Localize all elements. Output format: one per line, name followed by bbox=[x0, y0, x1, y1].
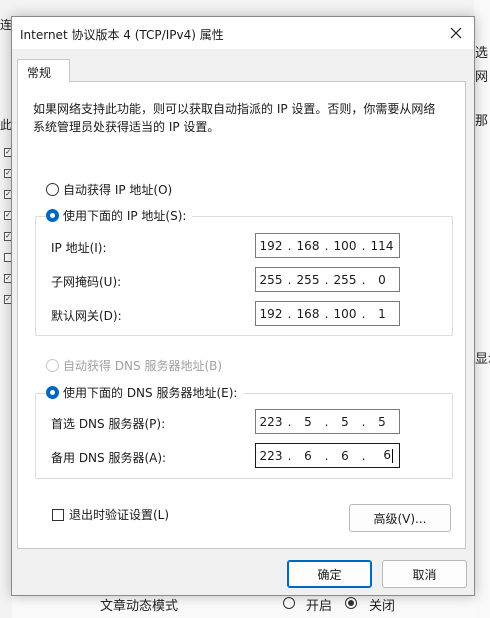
ip-auto-option[interactable]: 自动获得 IP 地址(O) bbox=[46, 181, 172, 198]
dns-octet[interactable]: 5 bbox=[293, 415, 323, 429]
ipv4-properties-dialog: Internet 协议版本 4 (TCP/IPv4) 属性 常规 如果网络支持此… bbox=[11, 16, 475, 596]
dns-manual-option[interactable]: 使用下面的 DNS 服务器地址(E): bbox=[46, 384, 244, 401]
ip-address-label: IP 地址(I): bbox=[51, 241, 107, 255]
ip-octet[interactable]: 100 bbox=[330, 239, 360, 253]
gateway-octet[interactable]: 168 bbox=[293, 307, 323, 321]
background-radio-on bbox=[283, 597, 295, 609]
subnet-mask-label: 子网掩码(U): bbox=[51, 275, 122, 289]
background-radio-off-label: 关闭 bbox=[369, 599, 396, 614]
ip-manual-label: 使用下面的 IP 地址(S): bbox=[63, 209, 187, 223]
mask-octet[interactable]: 255 bbox=[293, 273, 323, 287]
dns-manual-label: 使用下面的 DNS 服务器地址(E): bbox=[63, 386, 238, 400]
close-button[interactable] bbox=[438, 17, 474, 49]
preferred-dns-input[interactable]: 223. 5. 5. 5 bbox=[255, 409, 400, 434]
background-radio-on-label: 开启 bbox=[306, 599, 333, 614]
background-window-top bbox=[12, 0, 474, 16]
ip-auto-radio[interactable] bbox=[46, 183, 59, 196]
background-setting-label: 文章动态模式 bbox=[100, 599, 179, 614]
ip-octet[interactable]: 192 bbox=[256, 239, 286, 253]
gateway-octet[interactable]: 192 bbox=[256, 307, 286, 321]
advanced-button[interactable]: 高级(V)... bbox=[349, 504, 451, 532]
mask-octet[interactable]: 255 bbox=[330, 273, 360, 287]
intro-text: 如果网络支持此功能，则可以获取自动指派的 IP 设置。否则，你需要从网络系统管理… bbox=[33, 102, 436, 134]
ip-manual-radio[interactable] bbox=[46, 209, 59, 222]
dns-octet[interactable]: 5 bbox=[367, 415, 397, 429]
dns-auto-option: 自动获得 DNS 服务器地址(B) bbox=[46, 357, 222, 374]
tab-general-label: 常规 bbox=[27, 66, 52, 80]
background-radio-off bbox=[345, 597, 357, 609]
mask-octet[interactable]: 0 bbox=[367, 273, 397, 287]
ip-manual-option[interactable]: 使用下面的 IP 地址(S): bbox=[46, 207, 193, 224]
dns-octet[interactable]: 5 bbox=[330, 415, 360, 429]
background-text-fragment: 那 bbox=[475, 114, 489, 129]
default-gateway-input[interactable]: 192. 168. 100. 1 bbox=[255, 301, 400, 326]
validate-on-exit-option[interactable]: 退出时验证设置(L) bbox=[52, 506, 169, 523]
close-icon bbox=[450, 27, 462, 39]
dns-octet[interactable]: 6 bbox=[293, 449, 323, 463]
dns-octet[interactable]: 6 bbox=[383, 448, 391, 462]
dns-octet[interactable]: 223 bbox=[256, 415, 286, 429]
background-text-fragment: 网 bbox=[475, 70, 489, 85]
cancel-button[interactable]: 取消 bbox=[382, 560, 467, 588]
text-caret bbox=[392, 448, 393, 463]
tab-general[interactable]: 常规 bbox=[17, 59, 70, 82]
dns-auto-label: 自动获得 DNS 服务器地址(B) bbox=[63, 359, 223, 373]
mask-octet[interactable]: 255 bbox=[256, 273, 286, 287]
alternate-dns-input[interactable]: 223. 6. 6. 6 bbox=[255, 443, 400, 468]
default-gateway-label: 默认网关(D): bbox=[51, 309, 122, 323]
dns-octet[interactable]: 6 bbox=[330, 449, 360, 463]
subnet-mask-input[interactable]: 255. 255. 255. 0 bbox=[255, 267, 400, 292]
dialog-title: Internet 协议版本 4 (TCP/IPv4) 属性 bbox=[20, 28, 224, 42]
dns-octet[interactable]: 223 bbox=[256, 449, 286, 463]
background-window-right bbox=[474, 0, 490, 618]
background-window-bottom bbox=[12, 596, 474, 618]
ip-octet[interactable]: 114 bbox=[367, 239, 397, 253]
validate-on-exit-checkbox[interactable] bbox=[52, 508, 64, 521]
background-text-fragment: 显示 bbox=[475, 352, 490, 367]
validate-on-exit-label: 退出时验证设置(L) bbox=[69, 508, 170, 522]
general-tab-panel: 如果网络支持此功能，则可以获取自动指派的 IP 设置。否则，你需要从网络系统管理… bbox=[17, 81, 466, 549]
ip-auto-label: 自动获得 IP 地址(O) bbox=[63, 183, 173, 197]
ip-octet[interactable]: 168 bbox=[293, 239, 323, 253]
gateway-octet[interactable]: 100 bbox=[330, 307, 360, 321]
dns-manual-radio[interactable] bbox=[46, 386, 59, 399]
background-text-fragment: 选 bbox=[475, 46, 489, 61]
gateway-octet[interactable]: 1 bbox=[367, 307, 397, 321]
dns-auto-radio bbox=[46, 359, 59, 372]
preferred-dns-label: 首选 DNS 服务器(P): bbox=[51, 417, 166, 431]
ok-button[interactable]: 确定 bbox=[287, 560, 372, 588]
alternate-dns-label: 备用 DNS 服务器(A): bbox=[51, 451, 167, 465]
dialog-titlebar[interactable]: Internet 协议版本 4 (TCP/IPv4) 属性 bbox=[12, 17, 474, 49]
ip-address-input[interactable]: 192. 168. 100. 114 bbox=[255, 233, 400, 258]
